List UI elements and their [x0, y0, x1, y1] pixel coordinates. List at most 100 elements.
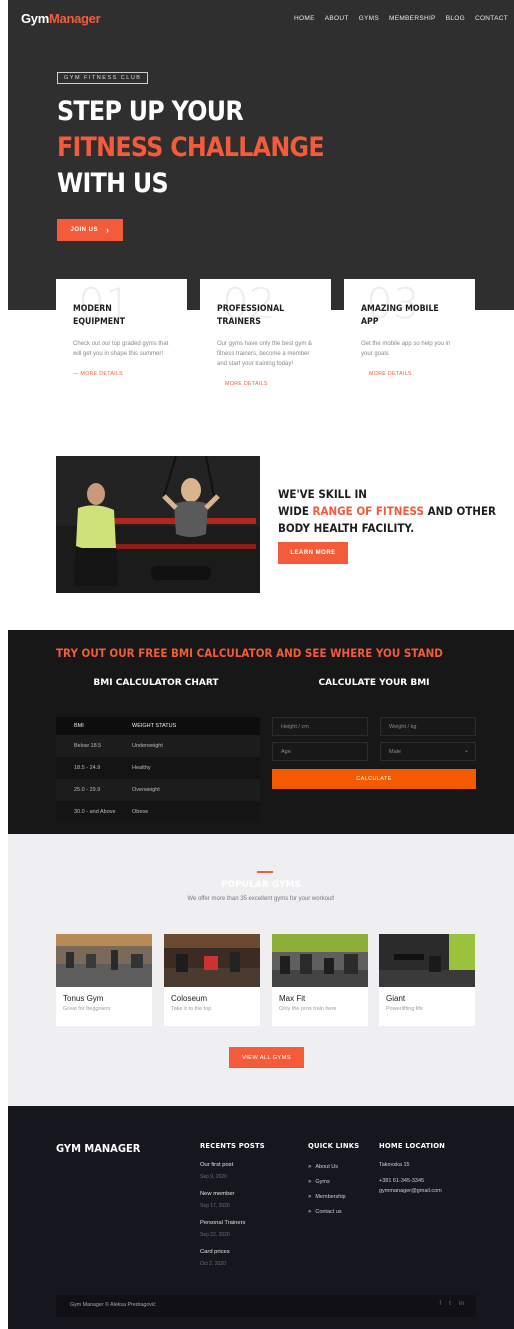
copyright-text: Gym Manager © Aleksa Predragović — [70, 1302, 156, 1308]
gym-photo — [164, 934, 260, 987]
height-field[interactable]: Height / cm — [272, 717, 368, 736]
double-chevron-icon: » — [308, 1179, 312, 1185]
nav-gyms[interactable]: GYMS — [359, 15, 379, 22]
age-field[interactable]: Age — [272, 742, 368, 761]
recent-post[interactable]: New member Sep 17, 2020 — [200, 1191, 234, 1209]
address-text: Takovska 15 — [379, 1162, 410, 1168]
footer-link-label: About Us — [315, 1164, 338, 1170]
learn-more-button[interactable]: LEARN MORE — [278, 542, 348, 564]
nav-blog[interactable]: BLOG — [446, 15, 465, 22]
footer-bottom-bar: Gym Manager © Aleksa Predragović f t in — [56, 1295, 476, 1317]
bmi-section: TRY OUT OUR FREE BMI CALCULATOR AND SEE … — [8, 630, 514, 834]
gym-card-coloseum[interactable]: Coloseum Take it to the top — [164, 934, 260, 1026]
weight-status-column-header: WEIGHT STATUS — [132, 723, 177, 729]
nav-contact[interactable]: CONTACT — [475, 15, 508, 22]
skill-heading-suffix: AND OTHER — [423, 504, 497, 518]
logo-text-b: Manager — [49, 11, 101, 26]
hero-tag: GYM FITNESS CLUB — [57, 72, 149, 84]
nav-membership[interactable]: MEMBERSHIP — [389, 15, 436, 22]
linkedin-icon[interactable]: in — [459, 1300, 464, 1307]
logo[interactable]: GymManager — [21, 11, 101, 26]
feature-description: Check out our top graded gyms that will … — [73, 341, 169, 357]
gyms-subtitle: We offer more than 35 excellent gyms for… — [187, 896, 335, 902]
gym-name: Max Fit — [279, 994, 306, 1003]
footer-link-label: Gyms — [315, 1179, 330, 1185]
recent-post[interactable]: Our first post Sep 9, 2020 — [200, 1162, 233, 1180]
footer-link-contact[interactable]: » Contact us — [308, 1209, 342, 1215]
table-row: Below 18.5 Underweight — [56, 735, 260, 757]
weight-field[interactable]: Weight / kg — [380, 717, 476, 736]
join-us-button[interactable]: JOIN US › — [57, 219, 123, 241]
facebook-icon[interactable]: f — [439, 1300, 441, 1307]
footer-link-about[interactable]: » About Us — [308, 1164, 338, 1170]
gym-photo — [272, 934, 368, 987]
footer-link-membership[interactable]: » Membership — [308, 1194, 346, 1200]
post-date: Sep 22, 2020 — [200, 1232, 230, 1238]
join-us-label: JOIN US — [70, 227, 98, 233]
feature-title: MODERN EQUIPMENT — [73, 304, 125, 327]
bmi-calc-title: CALCULATE YOUR BMI — [318, 678, 430, 688]
top-nav: GymManager HOME ABOUT GYMS MEMBERSHIP BL… — [8, 0, 514, 40]
recent-posts-title: RECENTS POSTS — [200, 1142, 265, 1150]
twitter-icon[interactable]: t — [449, 1300, 451, 1307]
feature-card-trainers: 02 PROFESSIONAL TRAINERS Our gyms have o… — [200, 279, 331, 409]
bmi-heading: TRY OUT OUR FREE BMI CALCULATOR AND SEE … — [56, 646, 443, 660]
table-row: 18.5 - 24.9 Healthy — [56, 757, 260, 779]
more-details-link[interactable]: MORE DETAILS — [369, 371, 458, 377]
nav-home[interactable]: HOME — [294, 15, 315, 22]
chevron-right-icon: › — [106, 225, 110, 235]
bmi-range: 25.0 - 29.9 — [74, 787, 101, 793]
chevron-down-icon: ⌄ — [463, 748, 469, 754]
view-all-gyms-button[interactable]: VIEW ALL GYMS — [229, 1047, 304, 1068]
hero-title: STEP UP YOUR FITNESS CHALLANGE WITH US — [57, 94, 360, 202]
skill-heading-highlight: RANGE OF FITNESS — [312, 504, 424, 518]
more-details-link[interactable]: — MORE DETAILS — [73, 371, 170, 377]
weight-status: Overweight — [132, 787, 160, 793]
gym-card-giant[interactable]: Giant Powerlifting life — [379, 934, 475, 1026]
gym-name: Tonus Gym — [63, 994, 104, 1003]
gym-photo-illustration — [379, 934, 475, 987]
feature-title: PROFESSIONAL TRAINERS — [217, 304, 285, 327]
bmi-chart-title: BMI CALCULATOR CHART — [93, 678, 219, 688]
feature-card-app: 03 AMAZING MOBILE APP Get the mobile app… — [344, 279, 475, 379]
table-row: 25.0 - 29.9 Overweight — [56, 779, 260, 801]
nav-links: HOME ABOUT GYMS MEMBERSHIP BLOG CONTACT — [294, 15, 508, 22]
skill-heading-line-1: WE'VE SKILL IN — [278, 487, 367, 501]
gym-card-maxfit[interactable]: Max Fit Only the pros train here — [272, 934, 368, 1026]
post-title: Personal Trainers — [200, 1220, 246, 1226]
feature-title: AMAZING MOBILE APP — [361, 304, 439, 327]
trainer-photo — [56, 456, 260, 593]
social-links: f t in — [439, 1300, 464, 1307]
recent-post[interactable]: Card prices Oct 2, 2020 — [200, 1249, 230, 1267]
post-title: Card prices — [200, 1249, 230, 1255]
double-chevron-icon: » — [308, 1209, 312, 1215]
bmi-range: Below 18.5 — [74, 743, 102, 749]
footer-link-gyms[interactable]: » Gyms — [308, 1179, 330, 1185]
gender-select[interactable]: Male ⌄ — [380, 742, 476, 761]
weight-status: Obese — [132, 809, 149, 815]
hero-title-line-2: FITNESS CHALLANGE — [57, 132, 325, 163]
gym-photo-illustration — [164, 934, 260, 987]
gym-photo — [379, 934, 475, 987]
page: GymManager HOME ABOUT GYMS MEMBERSHIP BL… — [8, 0, 514, 1329]
post-title: New member — [200, 1191, 235, 1197]
more-details-link[interactable]: MORE DETAILS — [225, 381, 314, 387]
section-accent-bar — [257, 871, 273, 873]
gender-value: Male — [389, 748, 401, 755]
table-row: 30.0 - and Above Obese — [56, 801, 260, 823]
recent-post[interactable]: Personal Trainers Sep 22, 2020 — [200, 1220, 245, 1238]
email-text[interactable]: gymmanager@gmail.com — [379, 1188, 442, 1194]
post-date: Sep 17, 2020 — [200, 1203, 230, 1209]
calculate-button[interactable]: CALCULATE — [272, 769, 476, 789]
hero-section: GymManager HOME ABOUT GYMS MEMBERSHIP BL… — [8, 0, 514, 310]
gyms-title: POPULAR GYMS — [220, 880, 302, 890]
feature-description: Our gyms have only the best gym & fitnes… — [217, 341, 313, 367]
nav-about[interactable]: ABOUT — [325, 15, 349, 22]
logo-text-a: Gym — [21, 11, 50, 26]
gym-name: Coloseum — [171, 994, 208, 1003]
home-location-title: HOME LOCATION — [379, 1142, 446, 1150]
weight-status: Underweight — [132, 743, 163, 749]
gym-name: Giant — [386, 994, 406, 1003]
bmi-range: 18.5 - 24.9 — [74, 765, 101, 771]
gym-card-tonus[interactable]: Tonus Gym Great for beggniers — [56, 934, 152, 1026]
